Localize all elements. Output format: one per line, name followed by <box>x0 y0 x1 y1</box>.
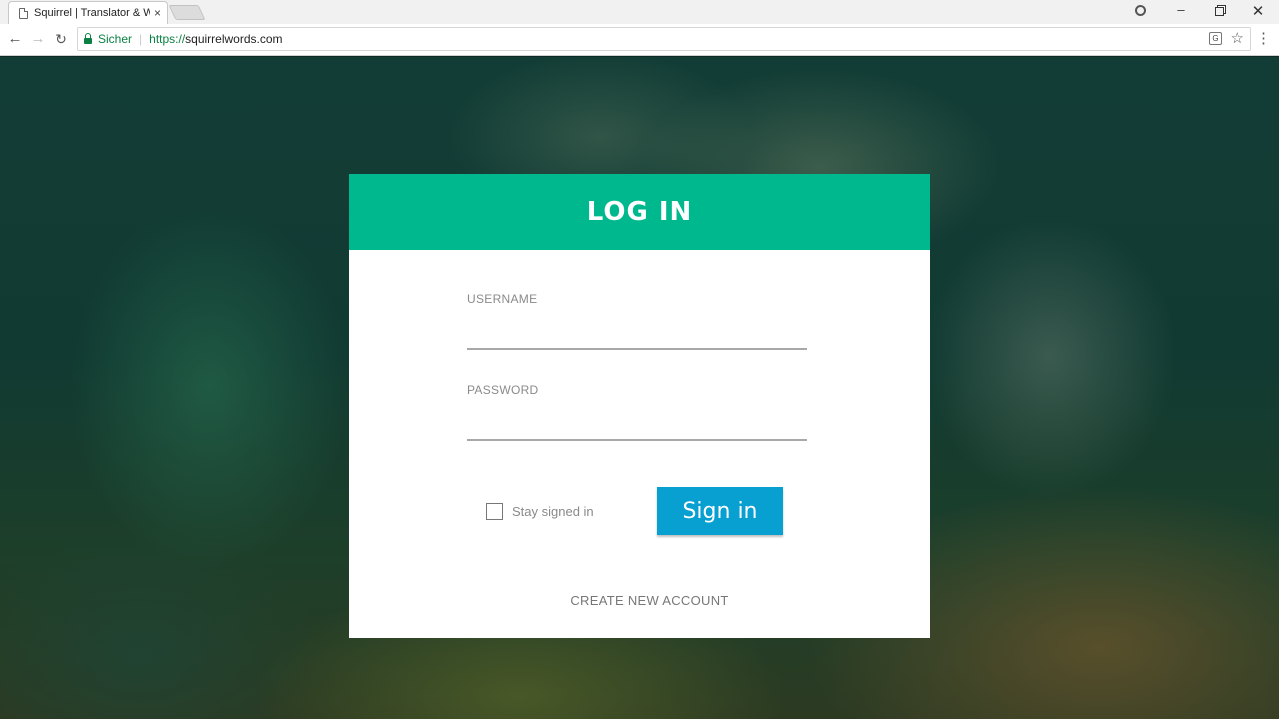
address-bar[interactable]: Sicher | https:// squirrelwords.com G ☆ <box>77 27 1251 51</box>
menu-icon[interactable]: ⋮ <box>1256 30 1271 48</box>
lock-icon <box>84 33 92 44</box>
forward-icon[interactable]: → <box>29 30 47 48</box>
username-input[interactable] <box>467 320 807 350</box>
minimize-button[interactable]: – <box>1166 2 1196 20</box>
url-scheme: https:// <box>149 32 186 46</box>
tab-close-icon[interactable]: × <box>154 6 161 20</box>
profile-icon[interactable] <box>1125 2 1155 20</box>
tab-strip: Squirrel | Translator & W × – ✕ <box>0 0 1279 24</box>
password-field: PASSWORD <box>467 383 807 441</box>
login-title: LOG IN <box>586 197 693 227</box>
sign-in-button[interactable]: Sign in <box>657 487 783 535</box>
password-input[interactable] <box>467 411 807 441</box>
url-host: squirrelwords.com <box>185 32 283 46</box>
login-header: LOG IN <box>349 174 930 250</box>
page-icon <box>19 7 28 19</box>
create-account-link[interactable]: CREATE NEW ACCOUNT <box>349 593 930 608</box>
address-separator: | <box>139 32 143 46</box>
username-field: USERNAME <box>467 292 807 350</box>
stay-signed-in[interactable]: Stay signed in <box>486 503 594 520</box>
close-window-button[interactable]: ✕ <box>1243 2 1273 20</box>
username-label: USERNAME <box>467 292 538 306</box>
stay-signed-in-checkbox[interactable] <box>486 503 503 520</box>
star-icon[interactable]: ☆ <box>1231 29 1244 47</box>
browser-toolbar: ← → ↻ Sicher | https:// squirrelwords.co… <box>0 24 1279 56</box>
restore-button[interactable] <box>1204 2 1234 20</box>
back-icon[interactable]: ← <box>6 30 24 48</box>
new-tab-button[interactable] <box>168 5 206 20</box>
reload-icon[interactable]: ↻ <box>52 30 70 48</box>
secure-label: Sicher <box>98 32 133 46</box>
password-label: PASSWORD <box>467 383 539 397</box>
browser-tab[interactable]: Squirrel | Translator & W × <box>8 1 168 24</box>
stay-signed-in-label: Stay signed in <box>512 504 594 519</box>
translate-icon[interactable]: G <box>1209 32 1222 45</box>
page-background: LOG IN USERNAME PASSWORD Stay signed in … <box>0 57 1279 719</box>
tab-title: Squirrel | Translator & W <box>34 7 150 19</box>
login-card: LOG IN USERNAME PASSWORD Stay signed in … <box>349 174 930 638</box>
